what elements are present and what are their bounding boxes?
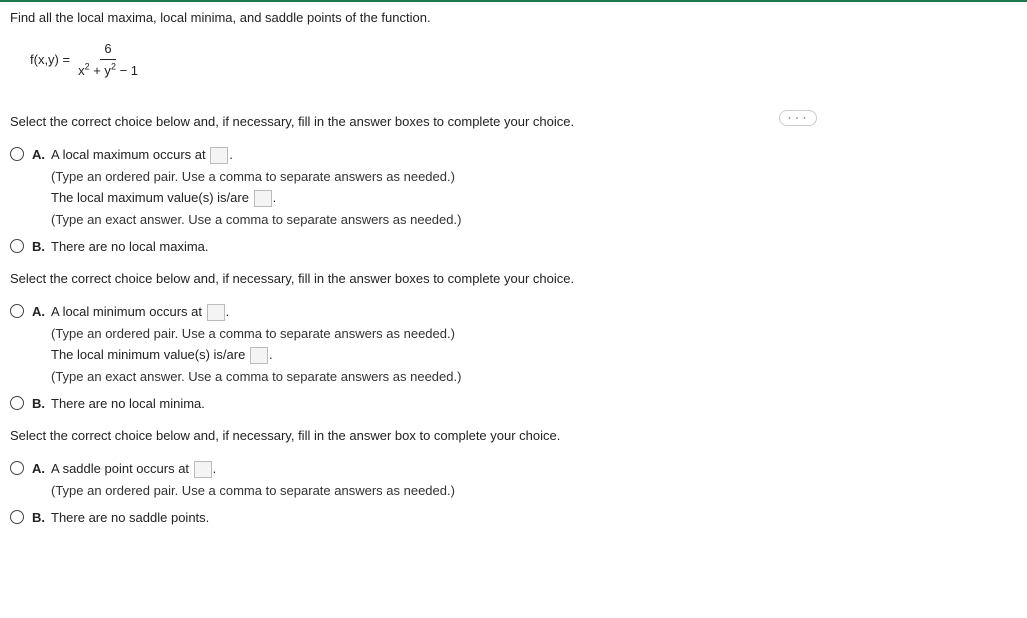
formula-denominator: x2 + y2 − 1: [74, 60, 142, 82]
option-label: A.: [32, 459, 45, 479]
section-prompt: Select the correct choice below and, if …: [10, 426, 1017, 446]
option-text: There are no local maxima.: [51, 237, 1017, 257]
radio-icon[interactable]: [10, 239, 24, 253]
option-label: A.: [32, 302, 45, 322]
radio-icon[interactable]: [10, 304, 24, 318]
option-text: There are no saddle points.: [51, 508, 1017, 528]
option-label: B.: [32, 394, 45, 414]
answer-input[interactable]: [250, 347, 268, 364]
option-hint: (Type an ordered pair. Use a comma to se…: [51, 481, 1017, 501]
answer-input[interactable]: [194, 461, 212, 478]
section-prompt: Select the correct choice below and, if …: [10, 112, 1017, 132]
option-text: A local minimum occurs at .: [51, 302, 1017, 322]
option-label: A.: [32, 145, 45, 165]
option-text: A local maximum occurs at .: [51, 145, 1017, 165]
option-saddle-b[interactable]: B. There are no saddle points.: [10, 508, 1017, 530]
option-text: The local maximum value(s) is/are .: [51, 188, 1017, 208]
option-hint: (Type an ordered pair. Use a comma to se…: [51, 167, 1017, 187]
option-text: A saddle point occurs at .: [51, 459, 1017, 479]
option-hint: (Type an exact answer. Use a comma to se…: [51, 210, 1017, 230]
option-max-a[interactable]: A. A local maximum occurs at . (Type an …: [10, 145, 1017, 231]
more-icon[interactable]: ● ● ●: [779, 110, 817, 126]
option-min-b[interactable]: B. There are no local minima.: [10, 394, 1017, 416]
option-min-a[interactable]: A. A local minimum occurs at . (Type an …: [10, 302, 1017, 388]
option-text: There are no local minima.: [51, 394, 1017, 414]
formula-numerator: 6: [100, 38, 115, 61]
question-prompt: Find all the local maxima, local minima,…: [10, 8, 1017, 28]
section-maxima: Select the correct choice below and, if …: [10, 112, 1017, 259]
option-text: The local minimum value(s) is/are .: [51, 345, 1017, 365]
option-hint: (Type an ordered pair. Use a comma to se…: [51, 324, 1017, 344]
option-saddle-a[interactable]: A. A saddle point occurs at . (Type an o…: [10, 459, 1017, 502]
radio-icon[interactable]: [10, 510, 24, 524]
option-max-b[interactable]: B. There are no local maxima.: [10, 237, 1017, 259]
formula: f(x,y) = 6 x2 + y2 − 1: [30, 38, 997, 82]
section-prompt: Select the correct choice below and, if …: [10, 269, 1017, 289]
radio-icon[interactable]: [10, 461, 24, 475]
radio-icon[interactable]: [10, 396, 24, 410]
answer-input[interactable]: [210, 147, 228, 164]
option-label: B.: [32, 237, 45, 257]
formula-lhs: f(x,y) =: [30, 50, 70, 70]
answer-input[interactable]: [207, 304, 225, 321]
section-minima: Select the correct choice below and, if …: [10, 269, 1017, 416]
option-hint: (Type an exact answer. Use a comma to se…: [51, 367, 1017, 387]
answer-input[interactable]: [254, 190, 272, 207]
radio-icon[interactable]: [10, 147, 24, 161]
option-label: B.: [32, 508, 45, 528]
section-saddle: Select the correct choice below and, if …: [10, 426, 1017, 530]
